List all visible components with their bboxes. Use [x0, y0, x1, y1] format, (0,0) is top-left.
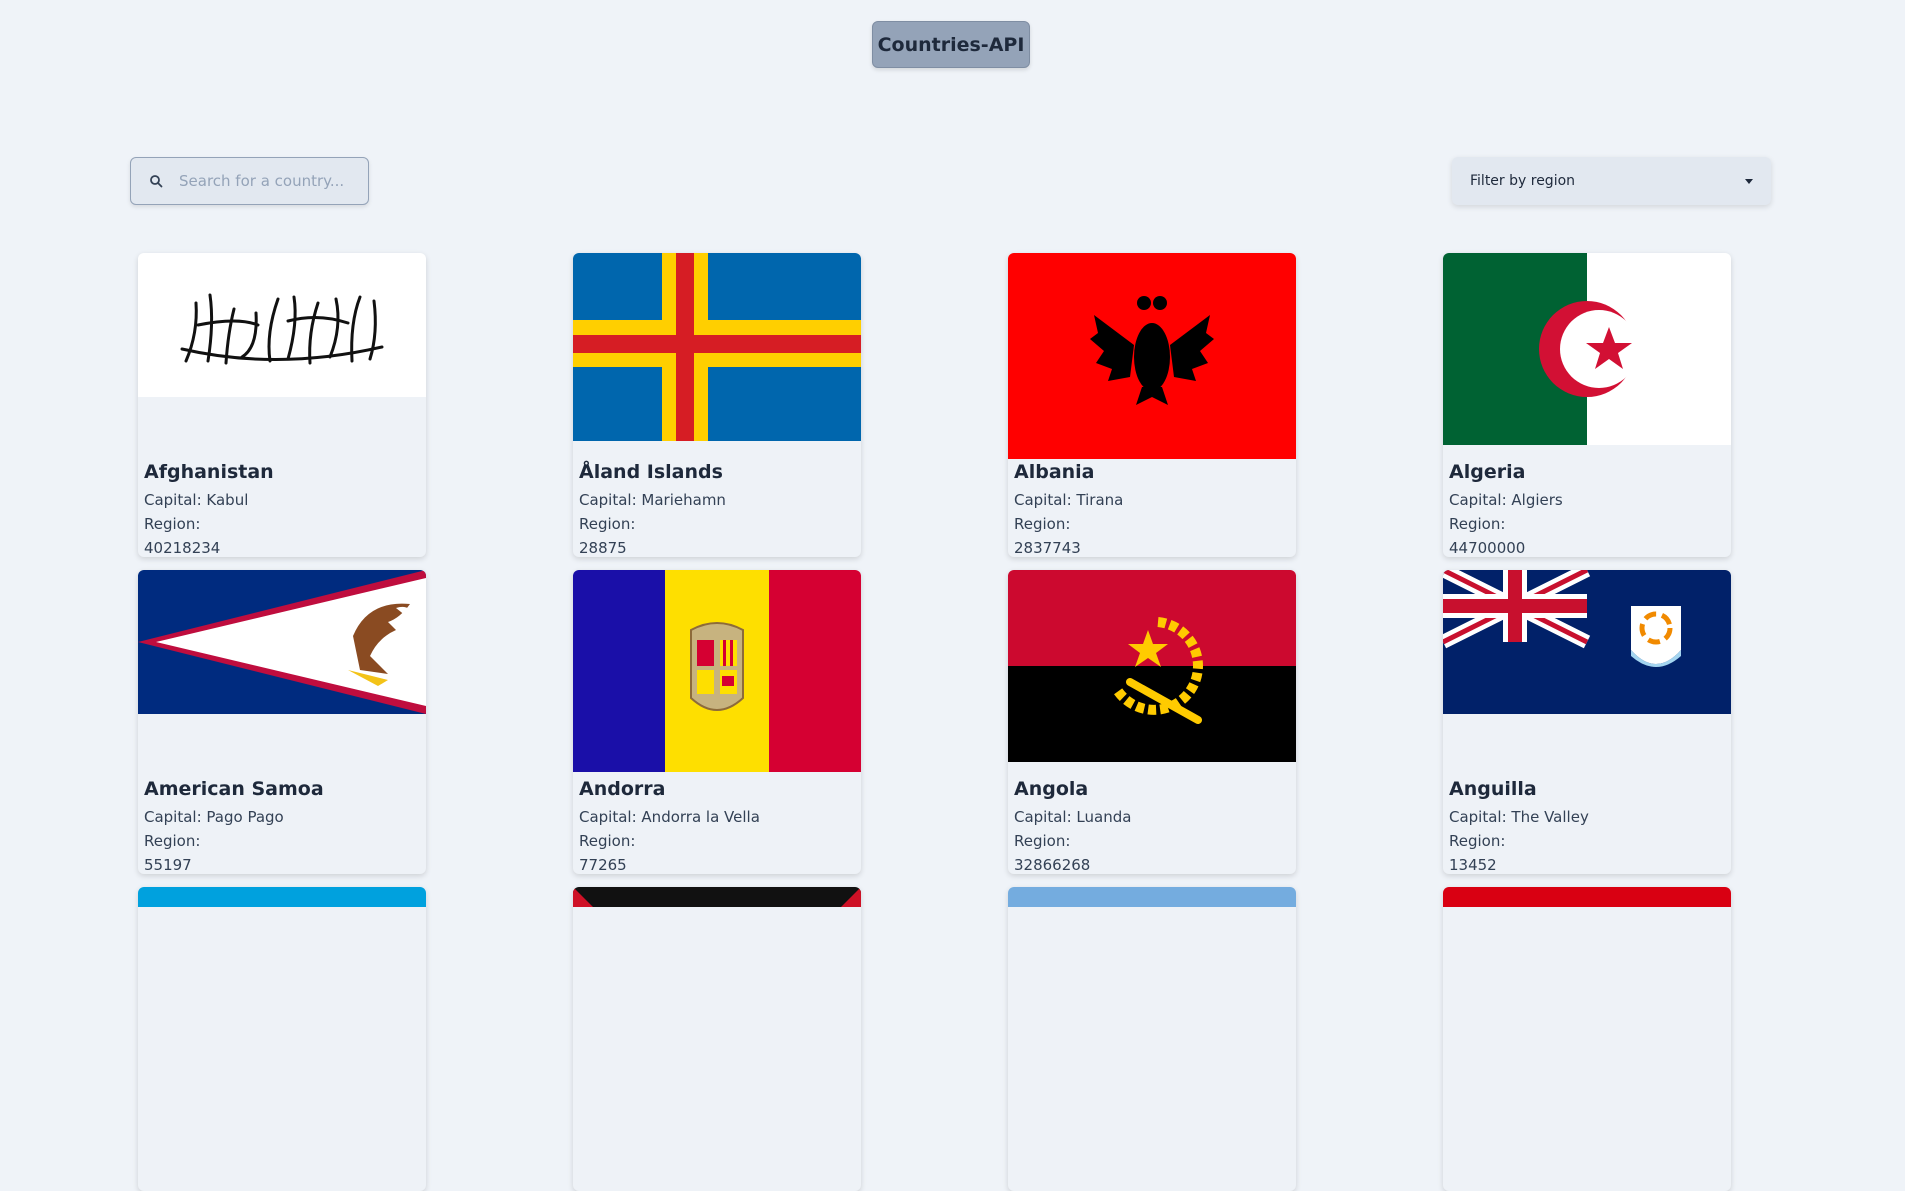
afghanistan-flag	[138, 253, 426, 397]
american-samoa-flag	[138, 570, 426, 714]
country-card[interactable]: Anguilla Capital: The Valley Region: 134…	[1443, 570, 1731, 874]
country-name: American Samoa	[144, 778, 324, 800]
country-region: Region:	[579, 515, 636, 533]
country-name: Albania	[1014, 461, 1095, 483]
country-population: 13452	[1449, 856, 1497, 874]
andorra-flag	[573, 570, 861, 772]
country-capital: Capital: Luanda	[1014, 808, 1132, 826]
region-filter-label: Filter by region	[1470, 173, 1576, 189]
country-card[interactable]: Åland Islands Capital: Mariehamn Region:…	[573, 253, 861, 557]
country-population: 44700000	[1449, 539, 1526, 557]
country-region: Region:	[1449, 832, 1506, 850]
country-flag	[573, 887, 861, 907]
country-capital: Capital: Pago Pago	[144, 808, 284, 826]
country-region: Region:	[1014, 832, 1071, 850]
country-region: Region:	[144, 832, 201, 850]
country-name: Algeria	[1449, 461, 1526, 483]
country-card[interactable]: American Samoa Capital: Pago Pago Region…	[138, 570, 426, 874]
country-name: Anguilla	[1449, 778, 1537, 800]
country-capital: Capital: Tirana	[1014, 491, 1124, 509]
albania-flag	[1008, 253, 1296, 459]
region-filter-dropdown[interactable]: Filter by region	[1452, 157, 1771, 205]
algeria-flag	[1443, 253, 1731, 445]
country-population: 55197	[144, 856, 192, 874]
country-capital: Capital: Mariehamn	[579, 491, 726, 509]
country-card[interactable]: Algeria Capital: Algiers Region: 4470000…	[1443, 253, 1731, 557]
aland-flag	[573, 253, 861, 441]
country-region: Region:	[1449, 515, 1506, 533]
country-card[interactable]	[1443, 887, 1731, 1191]
country-capital: Capital: Algiers	[1449, 491, 1563, 509]
country-population: 32866268	[1014, 856, 1091, 874]
search-icon	[149, 174, 163, 188]
country-region: Region:	[144, 515, 201, 533]
country-population: 28875	[579, 539, 627, 557]
country-name: Åland Islands	[579, 461, 723, 483]
country-grid: Afghanistan Capital: Kabul Region: 40218…	[138, 253, 1731, 1191]
search-input[interactable]	[177, 171, 356, 191]
country-flag	[138, 887, 426, 907]
country-card[interactable]	[138, 887, 426, 1191]
country-capital: Capital: The Valley	[1449, 808, 1589, 826]
country-flag	[1443, 887, 1731, 907]
angola-flag	[1008, 570, 1296, 762]
country-card[interactable]: Afghanistan Capital: Kabul Region: 40218…	[138, 253, 426, 557]
country-card[interactable]: Albania Capital: Tirana Region: 2837743	[1008, 253, 1296, 557]
country-population: 77265	[579, 856, 627, 874]
country-name: Afghanistan	[144, 461, 274, 483]
country-region: Region:	[579, 832, 636, 850]
country-capital: Capital: Andorra la Vella	[579, 808, 760, 826]
country-name: Angola	[1014, 778, 1089, 800]
anguilla-flag	[1443, 570, 1731, 714]
chevron-down-icon	[1745, 178, 1753, 184]
country-population: 40218234	[144, 539, 221, 557]
country-card[interactable]	[1008, 887, 1296, 1191]
country-card[interactable]	[573, 887, 861, 1191]
search-box[interactable]	[130, 157, 369, 205]
country-flag	[1008, 887, 1296, 907]
country-card[interactable]: Andorra Capital: Andorra la Vella Region…	[573, 570, 861, 874]
header-title-button[interactable]: Countries-API	[872, 21, 1030, 68]
country-capital: Capital: Kabul	[144, 491, 249, 509]
country-card[interactable]: Angola Capital: Luanda Region: 32866268	[1008, 570, 1296, 874]
country-region: Region:	[1014, 515, 1071, 533]
country-population: 2837743	[1014, 539, 1081, 557]
country-name: Andorra	[579, 778, 666, 800]
